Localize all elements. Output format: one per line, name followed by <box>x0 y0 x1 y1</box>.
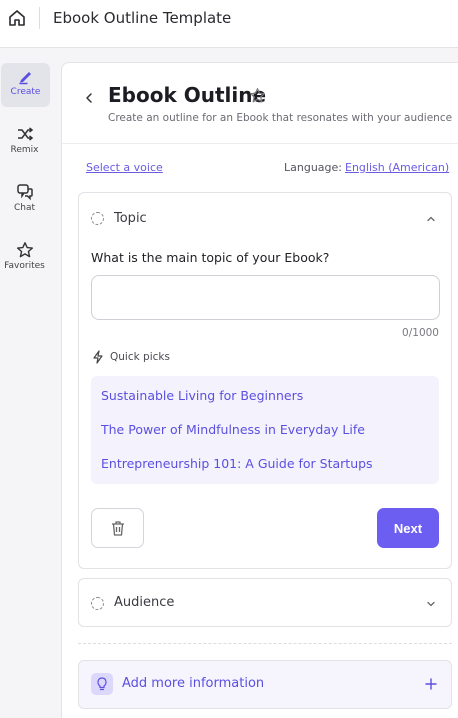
left-nav: Create Remix Chat Favorites <box>0 48 60 718</box>
page-subtitle: Create an outline for an Ebook that reso… <box>108 112 453 124</box>
shuffle-icon <box>17 127 33 141</box>
lightbulb-icon <box>97 677 107 691</box>
char-counter: 0/1000 <box>402 327 439 339</box>
nav-item-remix[interactable]: Remix <box>0 121 49 165</box>
audience-section-title: Audience <box>114 595 175 610</box>
next-button[interactable]: Next <box>377 508 439 548</box>
nav-label: Create <box>10 87 41 97</box>
plus-icon <box>425 678 437 690</box>
delete-button[interactable] <box>91 508 144 548</box>
quick-pick-item[interactable]: Sustainable Living for Beginners <box>101 388 303 403</box>
lightning-icon <box>93 350 103 364</box>
chevron-up-icon[interactable] <box>425 213 437 225</box>
favorite-star-icon[interactable] <box>249 87 266 104</box>
nav-label: Remix <box>10 145 39 155</box>
audience-section[interactable]: Audience <box>78 578 452 627</box>
quick-picks-label: Quick picks <box>110 351 170 363</box>
nav-item-create[interactable]: Create <box>1 63 50 107</box>
add-more-info-button[interactable]: Add more information <box>78 660 452 709</box>
select-voice-link[interactable]: Select a voice <box>86 161 163 174</box>
app-title: Ebook Outline Template <box>53 9 232 27</box>
quick-pick-item[interactable]: The Power of Mindfulness in Everyday Lif… <box>101 422 365 437</box>
quick-picks-list: Sustainable Living for Beginners The Pow… <box>91 376 439 484</box>
chevron-left-icon[interactable] <box>82 91 96 105</box>
add-more-info-label: Add more information <box>122 676 265 691</box>
topic-section-title[interactable]: Topic <box>114 211 147 226</box>
nav-label: Chat <box>13 203 36 213</box>
trash-icon <box>112 521 124 536</box>
pen-icon <box>18 72 31 85</box>
chat-bubbles-icon <box>16 184 33 201</box>
bulb-badge <box>91 673 113 695</box>
chevron-down-icon[interactable] <box>425 598 437 610</box>
nav-label: Favorites <box>4 261 45 271</box>
dashed-divider <box>78 643 452 644</box>
language-label: Language: <box>284 161 342 174</box>
status-circle-icon <box>91 597 104 610</box>
main-panel: Ebook Outline Create an outline for an E… <box>61 62 458 718</box>
top-bar: Ebook Outline Template <box>0 0 458 48</box>
nav-item-favorites[interactable]: Favorites <box>0 237 49 281</box>
language-select-link[interactable]: English (American) <box>345 161 449 174</box>
header-divider <box>39 7 40 29</box>
panel-divider <box>62 143 458 144</box>
status-circle-icon <box>91 212 104 225</box>
quick-pick-item[interactable]: Entrepreneurship 101: A Guide for Startu… <box>101 456 373 471</box>
home-icon[interactable] <box>7 8 27 28</box>
topic-section: Topic What is the main topic of your Ebo… <box>78 192 452 569</box>
topic-question: What is the main topic of your Ebook? <box>91 250 330 265</box>
page-title: Ebook Outline <box>108 83 267 107</box>
topic-input[interactable] <box>91 275 440 320</box>
nav-item-chat[interactable]: Chat <box>0 179 49 223</box>
star-icon <box>16 242 33 258</box>
